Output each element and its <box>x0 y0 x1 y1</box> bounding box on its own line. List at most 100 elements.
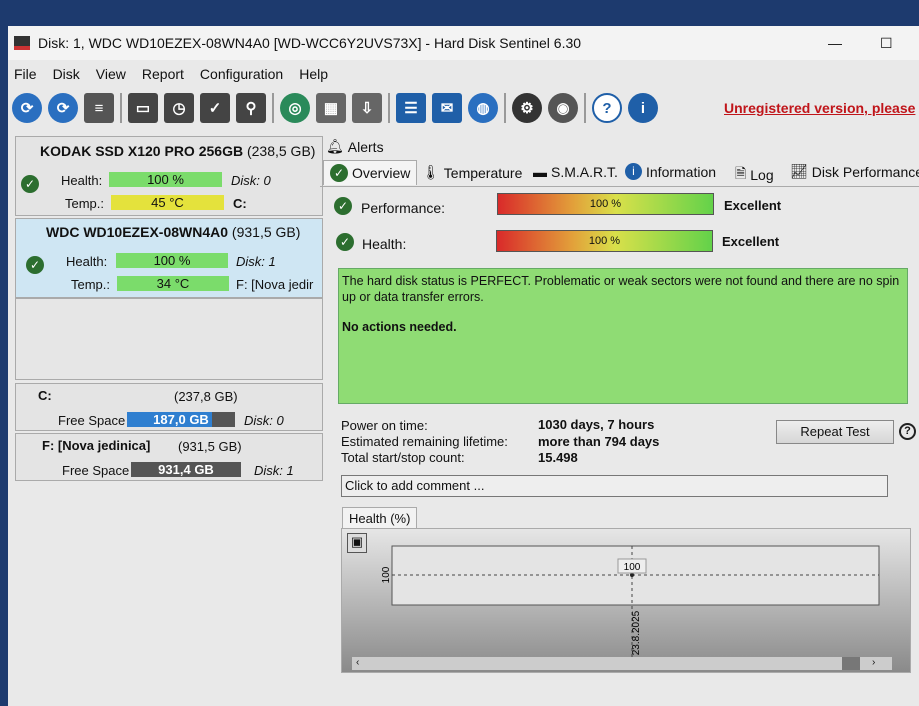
y-tick-label: 100 <box>381 566 392 583</box>
chart-scrollbar[interactable]: ‹ › <box>352 657 892 670</box>
disk-number: Disk: 0 <box>244 413 284 428</box>
power-on-label: Power on time: <box>341 418 428 433</box>
backup-icon[interactable]: ⇩ <box>352 93 382 123</box>
menu-report[interactable]: Report <box>142 66 184 82</box>
volume-name: C: <box>38 388 52 403</box>
temp-label: Temp.: <box>71 277 111 292</box>
free-space-bar: 187,0 GB <box>127 412 235 427</box>
disk-size: (931,5 GB) <box>231 224 301 240</box>
volume-entry-1[interactable]: F: [Nova jedinica] (931,5 GB) Free Space… <box>15 433 323 481</box>
check-icon: ✓ <box>330 164 348 182</box>
free-space-value: 931,4 GB <box>158 462 214 477</box>
volume-size: (237,8 GB) <box>174 389 238 404</box>
free-space-value: 187,0 GB <box>153 412 209 427</box>
tab-overview[interactable]: ✓ Overview <box>323 160 418 185</box>
tab-label: Overview <box>352 165 411 181</box>
sound-icon[interactable]: ◉ <box>548 93 578 123</box>
disk-search-icon[interactable]: ⚲ <box>236 93 266 123</box>
disk-list-icon[interactable]: ≡ <box>84 93 114 123</box>
tab-alerts[interactable]: 🔔︎ Alerts <box>326 138 384 155</box>
chip-icon: ▬ <box>533 164 547 180</box>
repeat-test-button[interactable]: Repeat Test <box>776 420 894 444</box>
disk-entry-1[interactable]: WDC WD10EZEX-08WN4A0 (931,5 GB) ✓ Health… <box>15 218 323 298</box>
tab-label: Log <box>750 167 774 183</box>
disk-test-icon[interactable]: ▭ <box>128 93 158 123</box>
menu-configuration[interactable]: Configuration <box>200 66 283 82</box>
drive-letter: F: [Nova jedir <box>236 277 314 292</box>
log-icon: 🗎 <box>735 165 747 181</box>
scroll-right-icon[interactable]: › <box>872 657 875 668</box>
refresh-all-icon[interactable]: ⟳ <box>48 93 78 123</box>
disk-entry-0[interactable]: KODAK SSD X120 PRO 256GB (238,5 GB) ✓ He… <box>15 136 323 216</box>
health-label: Health: <box>61 173 103 188</box>
scroll-left-icon[interactable]: ‹ <box>356 657 359 668</box>
tab-disk-performance[interactable]: 📈︎ Disk Performance <box>790 163 919 180</box>
health-chart: 100 100 23.8.2025 <box>381 545 880 659</box>
bell-icon: 🔔︎ <box>326 138 344 154</box>
disk-name: WDC WD10EZEX-08WN4A0 <box>46 224 229 240</box>
report-icon[interactable]: ☰ <box>396 93 426 123</box>
startstop-label: Total start/stop count: <box>341 450 465 465</box>
help-icon[interactable]: ? <box>899 423 916 440</box>
startstop-value: 15.498 <box>538 450 578 465</box>
check-icon: ✓ <box>26 256 44 274</box>
minimize-button[interactable]: — <box>828 35 842 51</box>
disk-number: Disk: 1 <box>254 463 294 478</box>
drive-letter: C: <box>233 196 247 211</box>
tab-label: Temperature <box>443 164 523 181</box>
chart-tab-health[interactable]: Health (%) <box>342 507 418 529</box>
boxes-icon[interactable]: ▦ <box>316 93 346 123</box>
lifetime-value: more than 794 days <box>538 434 660 449</box>
volume-entry-0[interactable]: C: (237,8 GB) Free Space 187,0 GB Disk: … <box>15 383 323 431</box>
tab-label: Disk Performance <box>811 163 919 180</box>
disk-number: Disk: 0 <box>231 173 271 188</box>
temp-bar: 45 °C <box>111 195 224 210</box>
unregistered-link[interactable]: Unregistered version, please <box>724 100 915 116</box>
thermometer-icon: 🌡︎ <box>422 164 440 180</box>
app-window: Disk: 1, WDC WD10EZEX-08WN4A0 [WD-WCC6Y2… <box>8 26 919 706</box>
comment-input[interactable]: Click to add comment ... <box>341 475 888 497</box>
window-title: Disk: 1, WDC WD10EZEX-08WN4A0 [WD-WCC6Y2… <box>38 35 582 51</box>
network-icon[interactable]: ◎ <box>280 93 310 123</box>
tab-label: Alerts <box>347 138 384 155</box>
performance-rating: Excellent <box>724 198 782 213</box>
web-icon[interactable]: ◍ <box>468 93 498 123</box>
help-icon[interactable]: ? <box>592 93 622 123</box>
tab-information[interactable]: i Information <box>625 163 716 180</box>
tab-temperature[interactable]: 🌡︎ Temperature <box>422 164 522 181</box>
free-space-label: Free Space <box>58 413 126 428</box>
point-label: 100 <box>624 562 641 573</box>
email-icon[interactable]: ✉ <box>432 93 462 123</box>
disk-ok-icon[interactable]: ✓ <box>200 93 230 123</box>
maximize-button[interactable]: ☐ <box>880 35 893 52</box>
data-point <box>630 573 634 577</box>
app-icon <box>14 36 30 50</box>
health-bar: 100 % <box>116 253 228 268</box>
health-label: Health: <box>66 254 108 269</box>
check-icon: ✓ <box>21 175 39 193</box>
toolbar: ⟳ ⟳ ≡ ▭ ◷ ✓ ⚲ ◎ ▦ ⇩ ☰ ✉ ◍ ⚙ ◉ ? i Unregi… <box>8 88 919 128</box>
volume-name: F: [Nova jedinica] <box>42 438 151 453</box>
disk-schedule-icon[interactable]: ◷ <box>164 93 194 123</box>
menu-disk[interactable]: Disk <box>53 66 80 82</box>
menu-help[interactable]: Help <box>299 66 328 82</box>
performance-label: Performance: <box>361 200 446 216</box>
chart-panel: ▣ 100 100 23.8.2025 ‹ › <box>341 528 911 673</box>
menu-bar: File Disk View Report Configuration Help <box>8 62 919 86</box>
settings-icon[interactable]: ⚙ <box>512 93 542 123</box>
performance-bar: 100 % <box>497 193 714 215</box>
actions-text: No actions needed. <box>342 320 457 334</box>
menu-view[interactable]: View <box>96 66 126 82</box>
temp-bar: 34 °C <box>117 276 229 291</box>
tab-label: S.M.A.R.T. <box>551 164 618 180</box>
disk-name: KODAK SSD X120 PRO 256GB <box>40 143 244 159</box>
tab-smart[interactable]: ▬ S.M.A.R.T. <box>533 164 618 180</box>
scroll-thumb[interactable] <box>842 657 860 670</box>
refresh-icon[interactable]: ⟳ <box>12 93 42 123</box>
temp-label: Temp.: <box>65 196 105 211</box>
menu-file[interactable]: File <box>14 66 37 82</box>
info-icon[interactable]: i <box>628 93 658 123</box>
lifetime-label: Estimated remaining lifetime: <box>341 434 508 449</box>
disk-list-empty <box>15 298 323 380</box>
tab-log[interactable]: 🗎 Log <box>735 163 774 187</box>
